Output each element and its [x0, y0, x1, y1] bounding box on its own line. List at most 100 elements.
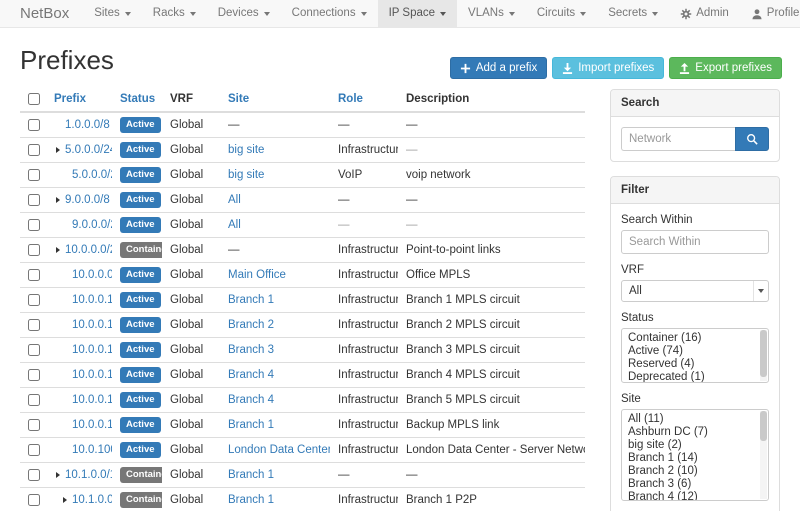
column-header-role[interactable]: Role [330, 89, 398, 112]
row-checkbox[interactable] [28, 469, 40, 481]
column-header-status[interactable]: Status [112, 89, 162, 112]
nav-item-vlans[interactable]: VLANs [457, 0, 526, 27]
filter-option[interactable]: big site (2) [628, 439, 768, 452]
status-badge[interactable]: Active [120, 442, 161, 458]
status-badge[interactable]: Active [120, 392, 161, 408]
app-brand[interactable]: NetBox [20, 0, 83, 27]
nav-item-sites[interactable]: Sites [83, 0, 142, 27]
prefix-link[interactable]: 9.0.0.0/8 [65, 194, 110, 206]
filter-option[interactable]: Reserved (4) [628, 358, 768, 371]
site-link[interactable]: Branch 1 [228, 419, 274, 431]
select-all-checkbox[interactable] [28, 93, 40, 105]
row-checkbox[interactable] [28, 369, 40, 381]
expand-caret-icon[interactable] [56, 247, 60, 253]
status-badge[interactable]: Active [120, 267, 161, 283]
prefix-link[interactable]: 10.1.0.0/16 [65, 469, 112, 481]
status-badge[interactable]: Active [120, 167, 161, 183]
prefix-link[interactable]: 10.0.0.136/31 [72, 394, 112, 406]
nav-item-secrets[interactable]: Secrets [597, 0, 669, 27]
filter-option[interactable]: Ashburn DC (7) [628, 426, 768, 439]
site-link[interactable]: Branch 1 [228, 469, 274, 481]
row-checkbox[interactable] [28, 144, 40, 156]
row-checkbox[interactable] [28, 294, 40, 306]
site-link[interactable]: Branch 3 [228, 344, 274, 356]
nav-item-devices[interactable]: Devices [207, 0, 281, 27]
row-checkbox[interactable] [28, 394, 40, 406]
status-badge[interactable]: Active [120, 342, 161, 358]
prefix-link[interactable]: 10.0.0.134/31 [72, 369, 112, 381]
expand-caret-icon[interactable] [56, 472, 60, 478]
filter-option[interactable]: Container (16) [628, 332, 768, 345]
prefix-link[interactable]: 10.0.0.138/31 [72, 419, 112, 431]
site-link[interactable]: All [228, 194, 241, 206]
expand-caret-icon[interactable] [56, 147, 60, 153]
filter-option[interactable]: Branch 4 (12) [628, 491, 768, 501]
status-badge[interactable]: Active [120, 142, 161, 158]
status-badge[interactable]: Active [120, 192, 161, 208]
row-checkbox[interactable] [28, 444, 40, 456]
status-badge[interactable]: Container [120, 492, 162, 508]
filter-option[interactable]: Deprecated (1) [628, 371, 768, 383]
prefix-link[interactable]: 10.0.0.0/31 [72, 269, 112, 281]
site-link[interactable]: Branch 4 [228, 369, 274, 381]
row-checkbox[interactable] [28, 419, 40, 431]
status-badge[interactable]: Container [120, 467, 162, 483]
prefix-link[interactable]: 9.0.0.0/24 [72, 219, 112, 231]
row-checkbox[interactable] [28, 219, 40, 231]
site-link[interactable]: Branch 1 [228, 494, 274, 506]
row-checkbox[interactable] [28, 244, 40, 256]
nav-item-connections[interactable]: Connections [281, 0, 378, 27]
search-input[interactable] [621, 127, 735, 151]
filter-option[interactable]: Branch 3 (6) [628, 478, 768, 491]
filter-option[interactable]: Branch 2 (10) [628, 465, 768, 478]
filter-option[interactable]: All (11) [628, 413, 768, 426]
scrollbar[interactable] [760, 411, 767, 499]
row-checkbox[interactable] [28, 494, 40, 506]
expand-caret-icon[interactable] [56, 197, 60, 203]
search-button[interactable] [735, 127, 769, 151]
site-filter-listbox[interactable]: All (11)Ashburn DC (7)big site (2)Branch… [621, 409, 769, 501]
column-header-site[interactable]: Site [220, 89, 330, 112]
status-badge[interactable]: Active [120, 417, 161, 433]
row-checkbox[interactable] [28, 194, 40, 206]
prefix-link[interactable]: 10.0.0.132/31 [72, 344, 112, 356]
prefix-link[interactable]: 5.0.0.0/24 [65, 144, 112, 156]
status-filter-listbox[interactable]: Container (16)Active (74)Reserved (4)Dep… [621, 328, 769, 383]
prefix-link[interactable]: 5.0.0.0/25 [72, 169, 112, 181]
import-prefixes-button[interactable]: Import prefixes [552, 57, 664, 79]
row-checkbox[interactable] [28, 319, 40, 331]
add-prefix-button[interactable]: Add a prefix [450, 57, 547, 79]
prefix-link[interactable]: 10.0.0.0/24 [65, 244, 112, 256]
search-within-input[interactable] [621, 230, 769, 254]
site-link[interactable]: All [228, 219, 241, 231]
prefix-link[interactable]: 10.0.0.130/31 [72, 319, 112, 331]
prefix-link[interactable]: 1.0.0.0/8 [65, 119, 110, 131]
site-link[interactable]: Main Office [228, 269, 286, 281]
filter-option[interactable]: Branch 1 (14) [628, 452, 768, 465]
row-checkbox[interactable] [28, 269, 40, 281]
status-badge[interactable]: Container [120, 242, 162, 258]
export-prefixes-button[interactable]: Export prefixes [669, 57, 782, 79]
filter-option[interactable]: Active (74) [628, 345, 768, 358]
row-checkbox[interactable] [28, 169, 40, 181]
nav-admin[interactable]: Admin [669, 0, 740, 27]
row-checkbox[interactable] [28, 344, 40, 356]
prefix-link[interactable]: 10.0.0.128/31 [72, 294, 112, 306]
status-badge[interactable]: Active [120, 292, 161, 308]
scrollbar[interactable] [760, 330, 767, 381]
site-link[interactable]: big site [228, 144, 264, 156]
column-header-prefix[interactable]: Prefix [46, 89, 112, 112]
status-badge[interactable]: Active [120, 217, 161, 233]
expand-caret-icon[interactable] [63, 497, 67, 503]
nav-item-ip-space[interactable]: IP Space [378, 0, 457, 27]
status-badge[interactable]: Active [120, 317, 161, 333]
site-link[interactable]: big site [228, 169, 264, 181]
site-link[interactable]: London Data Center [228, 444, 330, 456]
nav-item-racks[interactable]: Racks [142, 0, 207, 27]
row-checkbox[interactable] [28, 119, 40, 131]
nav-item-circuits[interactable]: Circuits [526, 0, 597, 27]
prefix-link[interactable]: 10.0.100.0/24 [72, 444, 112, 456]
status-badge[interactable]: Active [120, 117, 161, 133]
vrf-select[interactable]: All [621, 280, 769, 302]
site-link[interactable]: Branch 2 [228, 319, 274, 331]
